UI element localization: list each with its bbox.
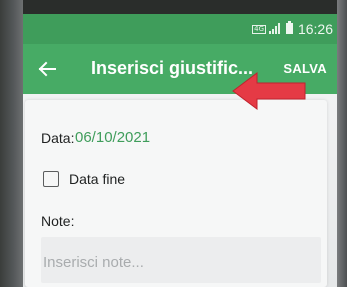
notes-input[interactable] [41,237,323,279]
end-date-label[interactable]: Data fine [69,171,125,187]
network-type-icon: 4G [252,25,266,34]
device-bezel-right [337,0,347,287]
status-bar: 4G 16:26 [23,14,337,44]
form-area: Data: 06/10/2021 Data fine Note: [23,94,337,287]
red-annotation-arrow-icon [232,72,306,110]
status-icons: 4G [252,21,293,34]
back-arrow-icon[interactable] [35,57,59,81]
device-bezel-top [0,0,347,14]
notes-field [41,237,323,283]
notes-label: Note: [41,213,75,229]
phone-screen: 4G 16:26 Inserisci giustific... SALVA Da… [23,14,337,287]
battery-icon [286,21,293,34]
end-date-checkbox[interactable] [43,171,59,187]
date-value[interactable]: 06/10/2021 [75,129,150,146]
form-card: Data: 06/10/2021 Data fine Note: [25,100,327,287]
date-label: Data: [41,130,75,146]
status-clock: 16:26 [297,21,333,37]
signal-strength-icon [269,23,280,34]
device-bezel-left [0,0,23,287]
